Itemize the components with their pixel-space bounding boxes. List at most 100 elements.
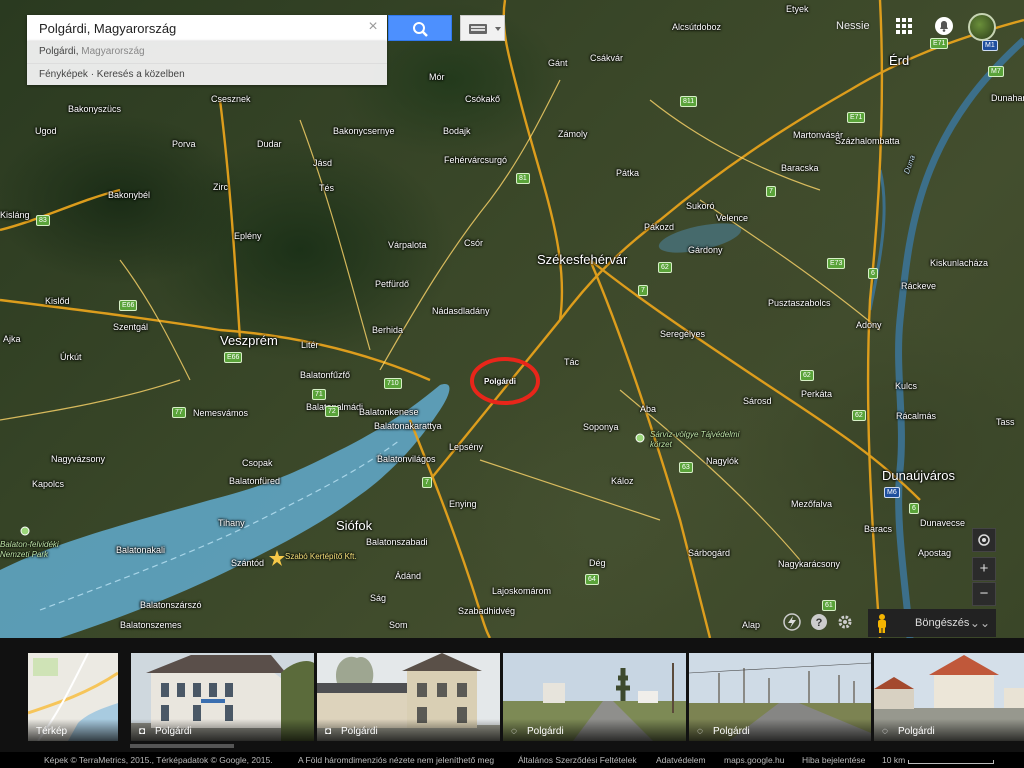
notification-icon[interactable] [934, 16, 954, 36]
town-label: Nádasdladány [432, 306, 490, 316]
town-label: Úrkút [60, 352, 82, 362]
browse-label: Böngészés [915, 617, 970, 629]
scale-bar [908, 760, 994, 764]
zoom-out-button[interactable]: − [972, 582, 996, 606]
town-label: Tés [319, 183, 335, 193]
pegman-icon[interactable] [874, 613, 890, 633]
thumb-streetview[interactable]: ◌ Polgárdi [503, 653, 686, 741]
thumb-label: ◘ Polgárdi [317, 719, 500, 741]
town-label: Sárosd [743, 396, 772, 406]
road-shield: E71 [847, 112, 866, 123]
town-label: Fehérvárcsurgó [444, 155, 508, 165]
privacy-link[interactable]: Adatvédelem [656, 752, 706, 768]
town-label: Lepsény [449, 442, 484, 452]
town-label: Pusztaszabolcs [768, 298, 831, 308]
park-label: Sárvíz-völgye Tájvédelmi körzet [650, 430, 740, 449]
road-shield: 62 [852, 410, 866, 421]
thumb-label: ◌ Polgárdi [503, 719, 686, 741]
town-label: Petfürdő [375, 279, 410, 289]
town-label: Ádánd [395, 571, 422, 581]
town-label: Adony [856, 320, 882, 330]
town-label: Velence [716, 213, 749, 223]
town-label: Bakonycsernye [333, 126, 395, 136]
road-shield: M7 [988, 66, 1004, 77]
town-label: Várpalota [388, 240, 427, 250]
gear-icon[interactable] [836, 613, 854, 631]
thumb-photo[interactable]: ◘ Polgárdi [131, 653, 314, 741]
close-icon[interactable]: × [365, 19, 381, 35]
town-label: Mór [429, 72, 445, 82]
town-label: Zirc [213, 182, 228, 192]
3d-notice: A Föld háromdimenziós nézete nem jelenít… [298, 755, 495, 765]
town-label: Balatonfüred [229, 476, 281, 486]
town-label: Porva [172, 139, 196, 149]
town-label: Szentgál [113, 322, 149, 332]
road-shield: 63 [679, 462, 693, 473]
thumb-streetview[interactable]: ◌ Polgárdi [874, 653, 1024, 741]
suggestion-item[interactable]: Fényképek · Keresés a közelben [27, 63, 387, 86]
map-roads-layer [0, 0, 1024, 638]
town-label: Kisláng [0, 210, 30, 220]
scale-label: 10 km [882, 755, 906, 765]
thumb-streetview[interactable]: ◌ Polgárdi [689, 653, 871, 741]
road-shield: M6 [884, 487, 900, 498]
city-label: Siófok [336, 518, 373, 533]
site-link[interactable]: maps.google.hu [724, 752, 785, 768]
town-label: Balatonfűzfő [300, 370, 351, 380]
road-shield: 81 [516, 173, 530, 184]
town-label: Tass [996, 417, 1015, 427]
town-label: Kulcs [895, 381, 918, 391]
streetview-icon: ◌ [882, 726, 888, 737]
satellite-map[interactable]: Székesfehérvár Veszprém Siófok Dunaújvár… [0, 0, 1024, 638]
town-label: Balatonakarattya [374, 421, 442, 431]
road-shield: 7 [638, 285, 648, 296]
zoom-in-button[interactable]: + [972, 557, 996, 581]
camera-icon: ◘ [139, 726, 146, 737]
camera-icon: ◘ [325, 726, 332, 737]
town-label: Kapolcs [32, 479, 65, 489]
chevron-down-icon[interactable]: ⌄⌄ [970, 609, 990, 637]
search-button[interactable] [388, 15, 452, 41]
town-label: Pákozd [644, 222, 675, 232]
town-label: Baracska [781, 163, 819, 173]
keyboard-button[interactable] [460, 15, 505, 41]
town-label: Csopak [242, 458, 273, 468]
town-label: Csákvár [590, 53, 624, 63]
town-label: Nemesvámos [193, 408, 249, 418]
town-label: Ság [370, 593, 387, 603]
road-shield: 7 [766, 186, 776, 197]
road-shield: 83 [36, 215, 50, 226]
lightning-icon[interactable] [783, 613, 801, 631]
report-link[interactable]: Hiba bejelentése [802, 752, 865, 768]
thumb-map[interactable]: Térkép [28, 653, 118, 741]
town-label: Káloz [611, 476, 634, 486]
apps-grid-icon[interactable] [896, 18, 912, 34]
city-label-polgardi[interactable]: Polgárdi [484, 377, 516, 386]
avatar[interactable] [968, 13, 996, 41]
filmstrip-scrollbar[interactable] [130, 744, 234, 748]
town-label: Balatonvilágos [377, 454, 436, 464]
user-name[interactable]: Nessie [836, 20, 870, 32]
terms-link[interactable]: Általános Szerződési Feltételek [518, 752, 637, 768]
city-label: Veszprém [220, 333, 278, 348]
search-input[interactable] [27, 15, 357, 41]
my-location-icon[interactable] [972, 528, 996, 552]
town-label: Aba [640, 404, 657, 414]
town-label: Baracs [864, 524, 893, 534]
thumb-label: ◌ Polgárdi [874, 719, 1024, 741]
town-label: Pátka [616, 168, 640, 178]
city-label: Érd [889, 53, 910, 68]
town-label: Som [389, 620, 408, 630]
road-shield: 62 [800, 370, 814, 381]
town-label: Csesznek [211, 94, 251, 104]
town-label: Kislőd [45, 296, 70, 306]
town-label: Csór [464, 238, 484, 248]
thumb-photo[interactable]: ◘ Polgárdi [317, 653, 500, 741]
help-icon[interactable]: ? [810, 613, 828, 631]
browse-button[interactable]: Böngészés ⌄⌄ [868, 609, 996, 637]
city-label: Dunaújváros [882, 468, 955, 483]
suggestion-item[interactable]: Polgárdi, Magyarország [27, 41, 387, 63]
town-label: Balatonszemes [120, 620, 182, 630]
town-label: Gánt [548, 58, 568, 68]
town-label: Berhida [372, 325, 404, 335]
